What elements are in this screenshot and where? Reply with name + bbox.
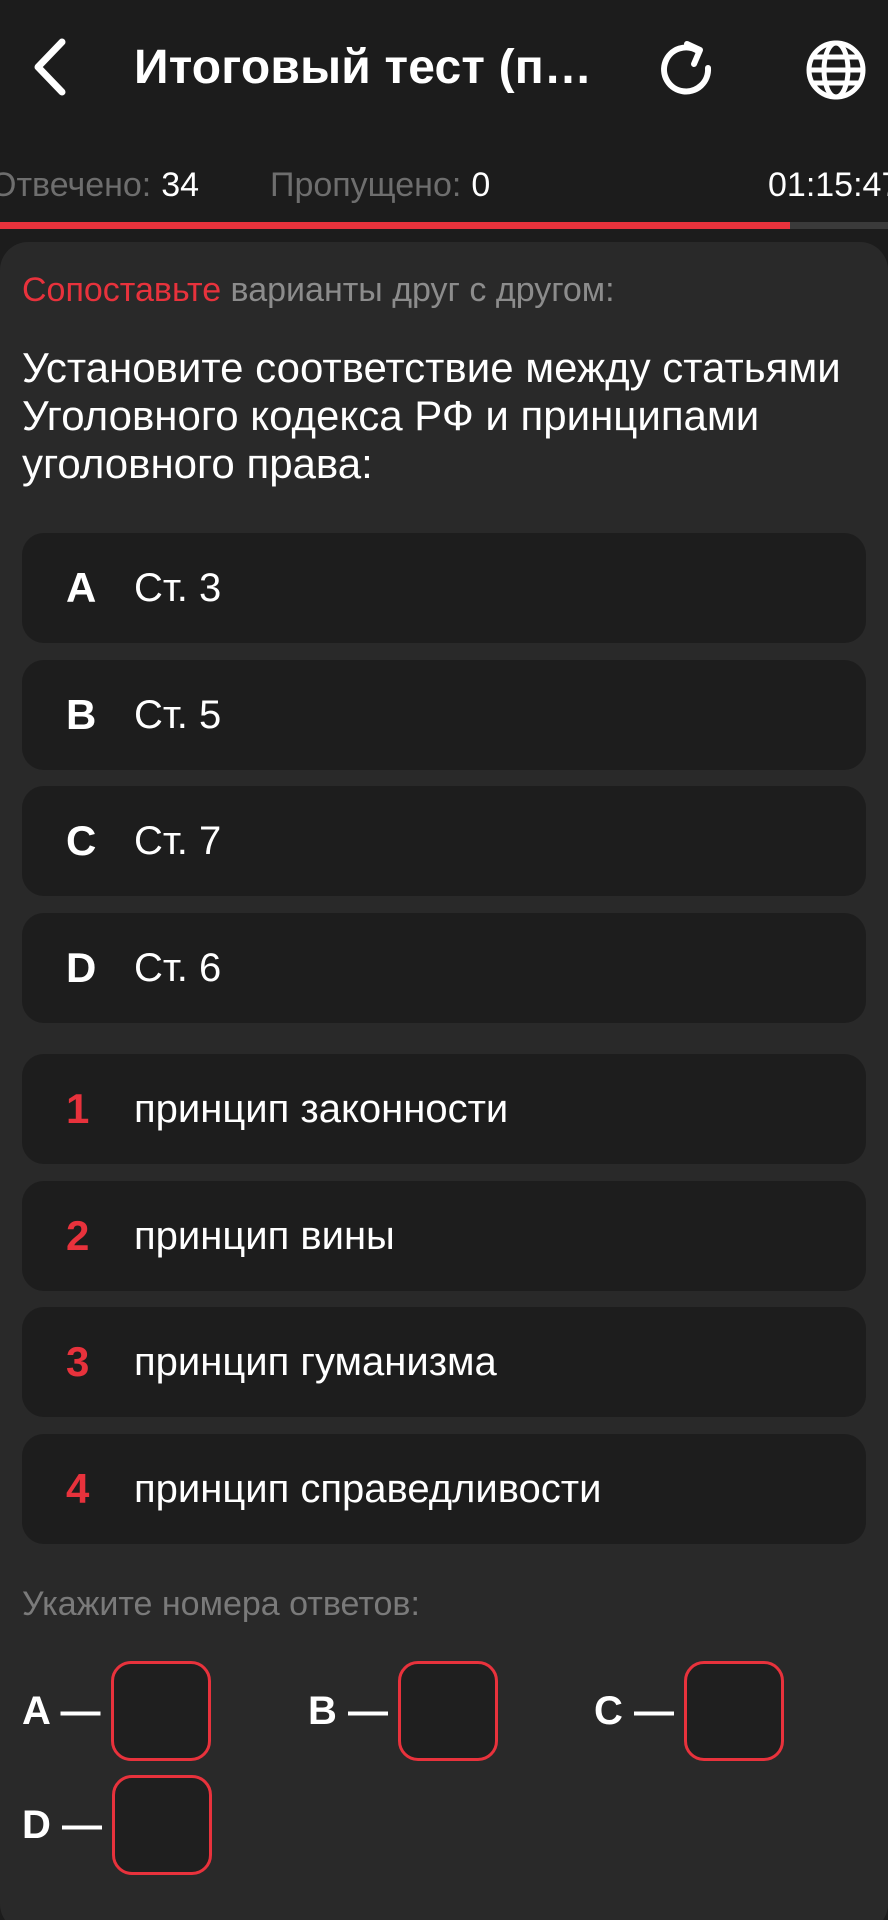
answered-counter: Отвечено: 34 bbox=[0, 150, 199, 220]
answer-label-a: A — bbox=[22, 1688, 101, 1733]
option-text: Ст. 6 bbox=[134, 946, 222, 990]
instruction-rest: варианты друг с другом: bbox=[221, 271, 615, 309]
page-title: Итоговый тест (пе... bbox=[134, 41, 594, 94]
option-text: принцип гуманизма bbox=[134, 1340, 497, 1384]
option-key: A bbox=[66, 564, 97, 611]
number-option-3[interactable]: 3 принцип гуманизма bbox=[22, 1307, 866, 1417]
option-key: D bbox=[66, 944, 97, 991]
letter-option-b[interactable]: B Ст. 5 bbox=[22, 660, 866, 770]
option-text: Ст. 5 bbox=[134, 693, 222, 737]
option-key: 2 bbox=[66, 1212, 90, 1259]
number-option-2[interactable]: 2 принцип вины bbox=[22, 1181, 866, 1291]
option-key: 1 bbox=[66, 1085, 90, 1132]
answer-input-a[interactable] bbox=[110, 1661, 211, 1761]
option-text: принцип вины bbox=[134, 1214, 395, 1258]
number-option-1[interactable]: 1 принцип законности bbox=[22, 1054, 866, 1164]
progress-bar bbox=[0, 222, 888, 229]
option-key: B bbox=[66, 691, 97, 738]
answer-row-b: B — bbox=[308, 1661, 498, 1761]
instruction-accent: Сопоставьте bbox=[22, 271, 222, 309]
answer-input-d[interactable] bbox=[112, 1775, 212, 1875]
refresh-button[interactable] bbox=[648, 32, 724, 108]
answer-label-c: C — bbox=[594, 1688, 674, 1733]
option-text: Ст. 7 bbox=[134, 819, 222, 863]
letter-option-a[interactable]: A Ст. 3 bbox=[22, 533, 866, 643]
skipped-counter: Пропущено: 0 bbox=[270, 150, 490, 220]
number-option-4[interactable]: 4 принцип справедливости bbox=[22, 1434, 866, 1544]
app-header: Итоговый тест (пе... bbox=[0, 0, 888, 140]
language-button[interactable] bbox=[798, 32, 874, 108]
answer-row-d: D — bbox=[22, 1775, 212, 1875]
option-key: 3 bbox=[66, 1338, 90, 1385]
answer-label-d: D — bbox=[22, 1802, 102, 1847]
app-screen: Итоговый тест (пе... Отвечено: 34 Пропуще… bbox=[0, 0, 888, 1920]
option-text: принцип законности bbox=[134, 1087, 509, 1131]
option-key: 4 bbox=[66, 1465, 90, 1512]
instruction-text: Сопоставьте варианты друг с другом: bbox=[22, 268, 615, 312]
answer-hint: Укажите номера ответов: bbox=[22, 1585, 420, 1623]
answer-input-b[interactable] bbox=[398, 1661, 498, 1761]
option-text: принцип справедливости bbox=[134, 1467, 602, 1511]
progress-fill bbox=[0, 222, 791, 229]
chevron-left-icon bbox=[34, 38, 66, 96]
globe-icon bbox=[806, 40, 866, 100]
refresh-icon bbox=[661, 41, 712, 95]
answer-row-c: C — bbox=[594, 1661, 784, 1761]
option-text: Ст. 3 bbox=[134, 566, 222, 610]
skipped-value: 0 bbox=[471, 166, 491, 204]
timer: 01:15:47 bbox=[768, 166, 888, 204]
option-key: C bbox=[66, 817, 97, 864]
letter-option-c[interactable]: C Ст. 7 bbox=[22, 786, 866, 896]
question-text: Установите соответствие между статьями У… bbox=[22, 344, 841, 487]
stats-bar: Отвечено: 34 Пропущено: 0 01:15:47 bbox=[0, 150, 888, 220]
answer-row-a: A — bbox=[22, 1661, 211, 1761]
back-button[interactable] bbox=[18, 32, 82, 102]
answer-label-b: B — bbox=[308, 1688, 388, 1733]
letter-option-d[interactable]: D Ст. 6 bbox=[22, 913, 866, 1023]
answer-input-c[interactable] bbox=[684, 1661, 784, 1761]
answered-label: Отвечено: bbox=[0, 166, 152, 204]
answered-value: 34 bbox=[161, 166, 200, 204]
skipped-label: Пропущено: bbox=[270, 166, 462, 204]
